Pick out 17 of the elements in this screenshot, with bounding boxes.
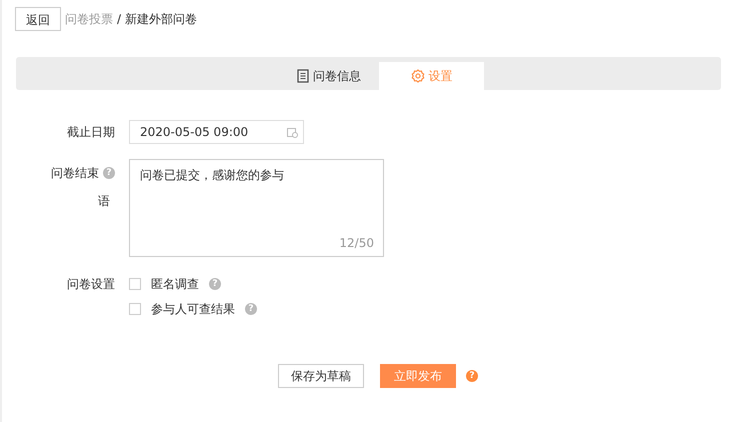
date-field[interactable]: 2020-05-05 09:00	[129, 120, 304, 144]
field-label: 语	[97, 193, 111, 210]
checkbox-label[interactable]: 匿名调查	[151, 275, 199, 293]
field-label: 问卷设置	[66, 276, 116, 293]
checkbox[interactable]	[129, 303, 141, 315]
settings-icon	[410, 69, 424, 83]
breadcrumb-current: / 新建外部问卷	[117, 11, 197, 28]
character-counter: 12/50	[339, 235, 374, 252]
document-icon	[297, 69, 309, 83]
save-draft-button[interactable]: 保存为草稿	[278, 364, 364, 388]
checkbox-label[interactable]: 参与人可查结果	[151, 300, 235, 318]
field-label: 问卷结束	[51, 165, 99, 182]
checkbox[interactable]	[129, 278, 141, 290]
tab[interactable]: 问卷信息	[279, 62, 379, 90]
back-button[interactable]: 返回	[15, 7, 61, 31]
field-label: 截止日期	[66, 124, 116, 141]
calendar-icon	[287, 127, 298, 138]
